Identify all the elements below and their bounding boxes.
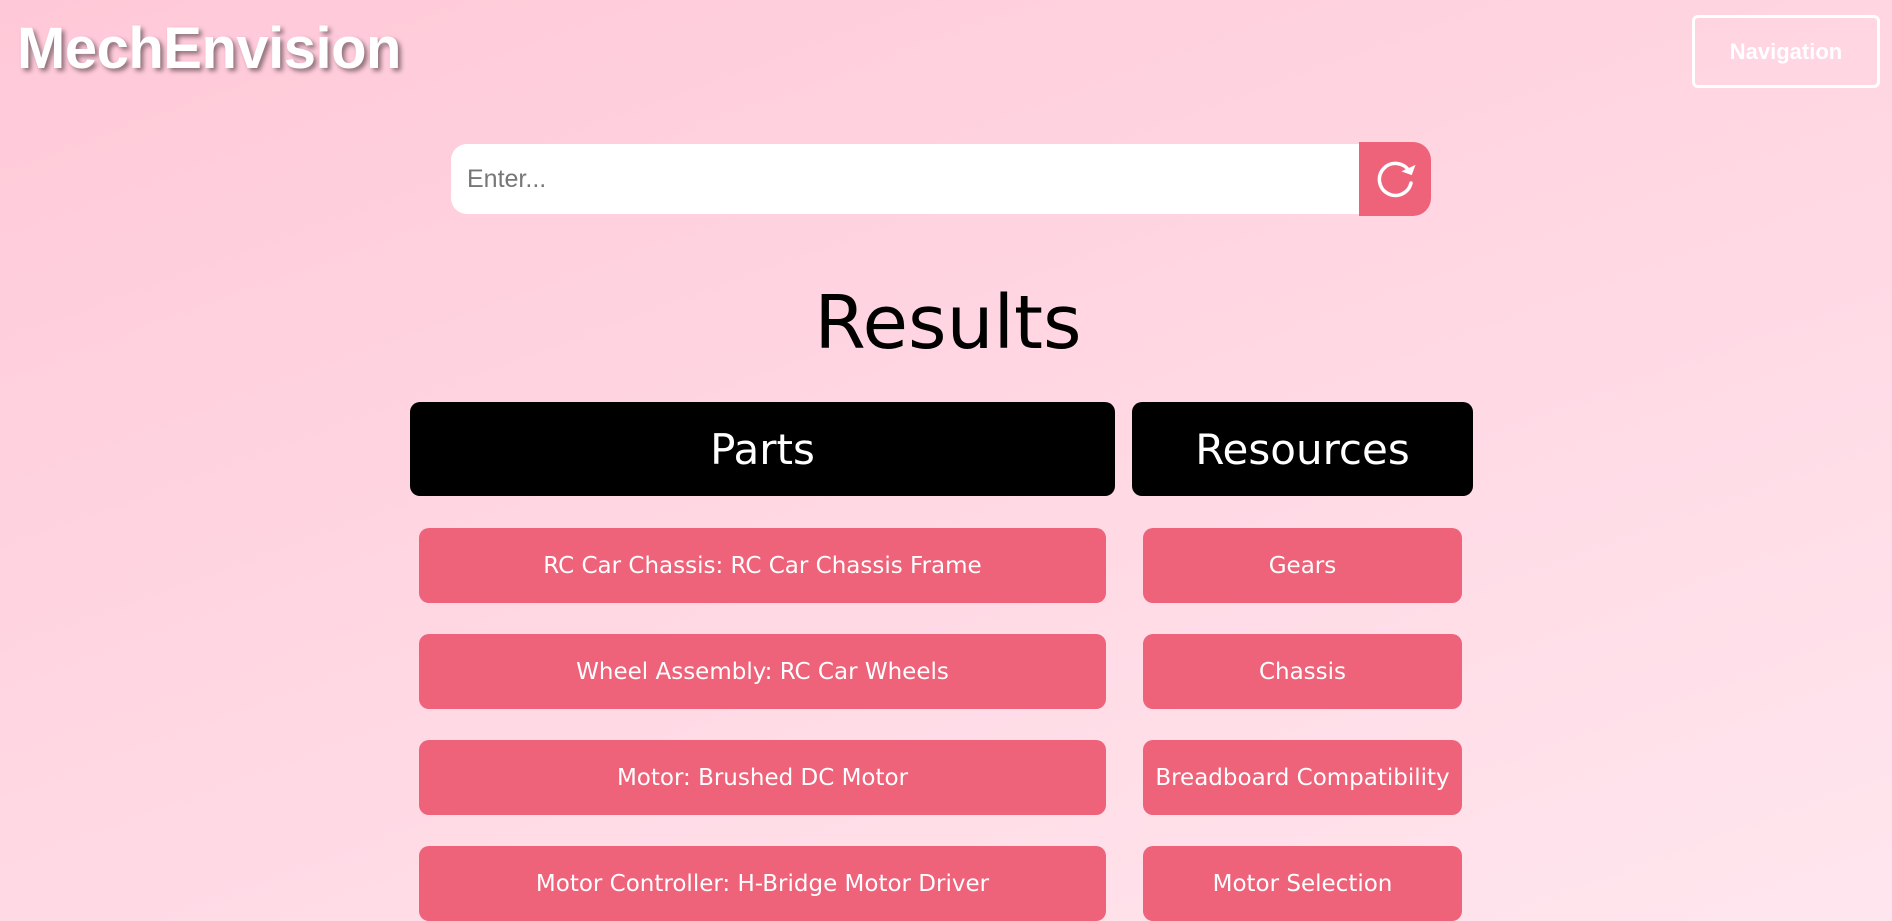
search-submit-button[interactable]	[1359, 142, 1431, 216]
resources-heading: Resources	[1132, 402, 1473, 496]
site-logo[interactable]: MechEnvision	[17, 14, 401, 84]
part-item-wheel-assembly[interactable]: Wheel Assembly: RC Car Wheels	[419, 634, 1106, 709]
part-item-motor-controller[interactable]: Motor Controller: H-Bridge Motor Driver	[419, 846, 1106, 921]
results-title: Results	[814, 280, 1082, 366]
resource-item-gears[interactable]: Gears	[1143, 528, 1462, 603]
resource-item-motor-selection[interactable]: Motor Selection	[1143, 846, 1462, 921]
parts-heading: Parts	[410, 402, 1115, 496]
search-input[interactable]	[451, 144, 1359, 214]
search-bar	[451, 142, 1431, 216]
refresh-icon	[1373, 157, 1417, 201]
resource-item-breadboard-compatibility[interactable]: Breadboard Compatibility	[1143, 740, 1462, 815]
part-item-rc-car-chassis[interactable]: RC Car Chassis: RC Car Chassis Frame	[419, 528, 1106, 603]
resource-item-chassis[interactable]: Chassis	[1143, 634, 1462, 709]
part-item-motor[interactable]: Motor: Brushed DC Motor	[419, 740, 1106, 815]
navigation-button[interactable]: Navigation	[1692, 15, 1880, 88]
